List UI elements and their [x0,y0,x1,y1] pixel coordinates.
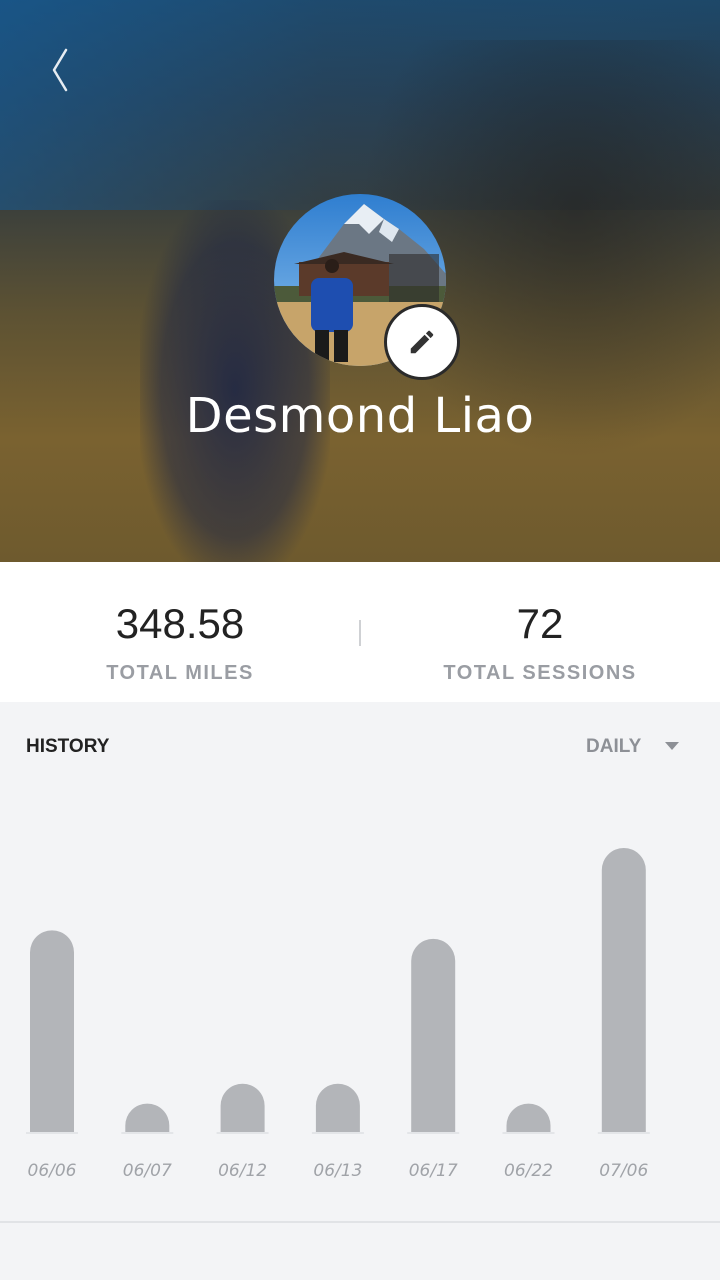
total-sessions-label: TOTAL SESSIONS [443,662,637,684]
footer-area [0,1223,720,1280]
profile-screen: Desmond Liao 348.58 TOTAL MILES 72 TOTAL… [0,0,720,1280]
history-bar[interactable] [220,1083,265,1132]
back-button[interactable] [40,40,84,100]
history-bar[interactable] [30,930,74,1132]
history-section: HISTORY DAILY 06/06 06/07 06/12 06/13 06/17 0… [0,702,720,1222]
history-bar-chart: 06/06 06/07 06/12 06/13 06/17 06/22 07/06 [26,848,650,1181]
edit-profile-photo-button[interactable] [384,304,460,380]
x-tick-label: 06/12 [218,1161,267,1181]
total-miles-label: TOTAL MILES [106,662,254,684]
stats-panel: 348.58 TOTAL MILES 72 TOTAL SESSIONS [0,562,720,702]
user-name: Desmond Liao [185,388,535,444]
total-miles-stat: 348.58 TOTAL MILES [0,562,360,702]
bar-baseline [407,1132,460,1134]
bar-baseline [311,1132,364,1134]
bar-baseline [502,1132,555,1134]
total-sessions-value: 72 [516,600,564,647]
x-tick-label: 06/22 [504,1161,553,1181]
bar-baseline [597,1132,650,1134]
x-tick-label: 06/13 [313,1161,362,1181]
bar-baseline [216,1132,269,1134]
history-bar[interactable] [506,1103,551,1132]
x-tick-label: 06/07 [123,1161,172,1181]
x-tick-label: 07/06 [599,1161,648,1181]
chevron-left-icon [52,48,68,92]
history-bar[interactable] [315,1083,360,1132]
history-bar[interactable] [125,1103,170,1132]
x-tick-label: 06/17 [409,1161,458,1181]
total-miles-value: 348.58 [115,600,245,647]
bar-baseline [26,1132,78,1134]
bar-baseline [121,1132,174,1134]
pencil-icon [410,330,434,354]
x-tick-label: 06/06 [28,1161,77,1181]
profile-header-background: Desmond Liao [0,0,720,562]
total-sessions-stat: 72 TOTAL SESSIONS [360,562,720,702]
history-bar[interactable] [411,938,456,1132]
history-bar[interactable] [601,848,646,1132]
